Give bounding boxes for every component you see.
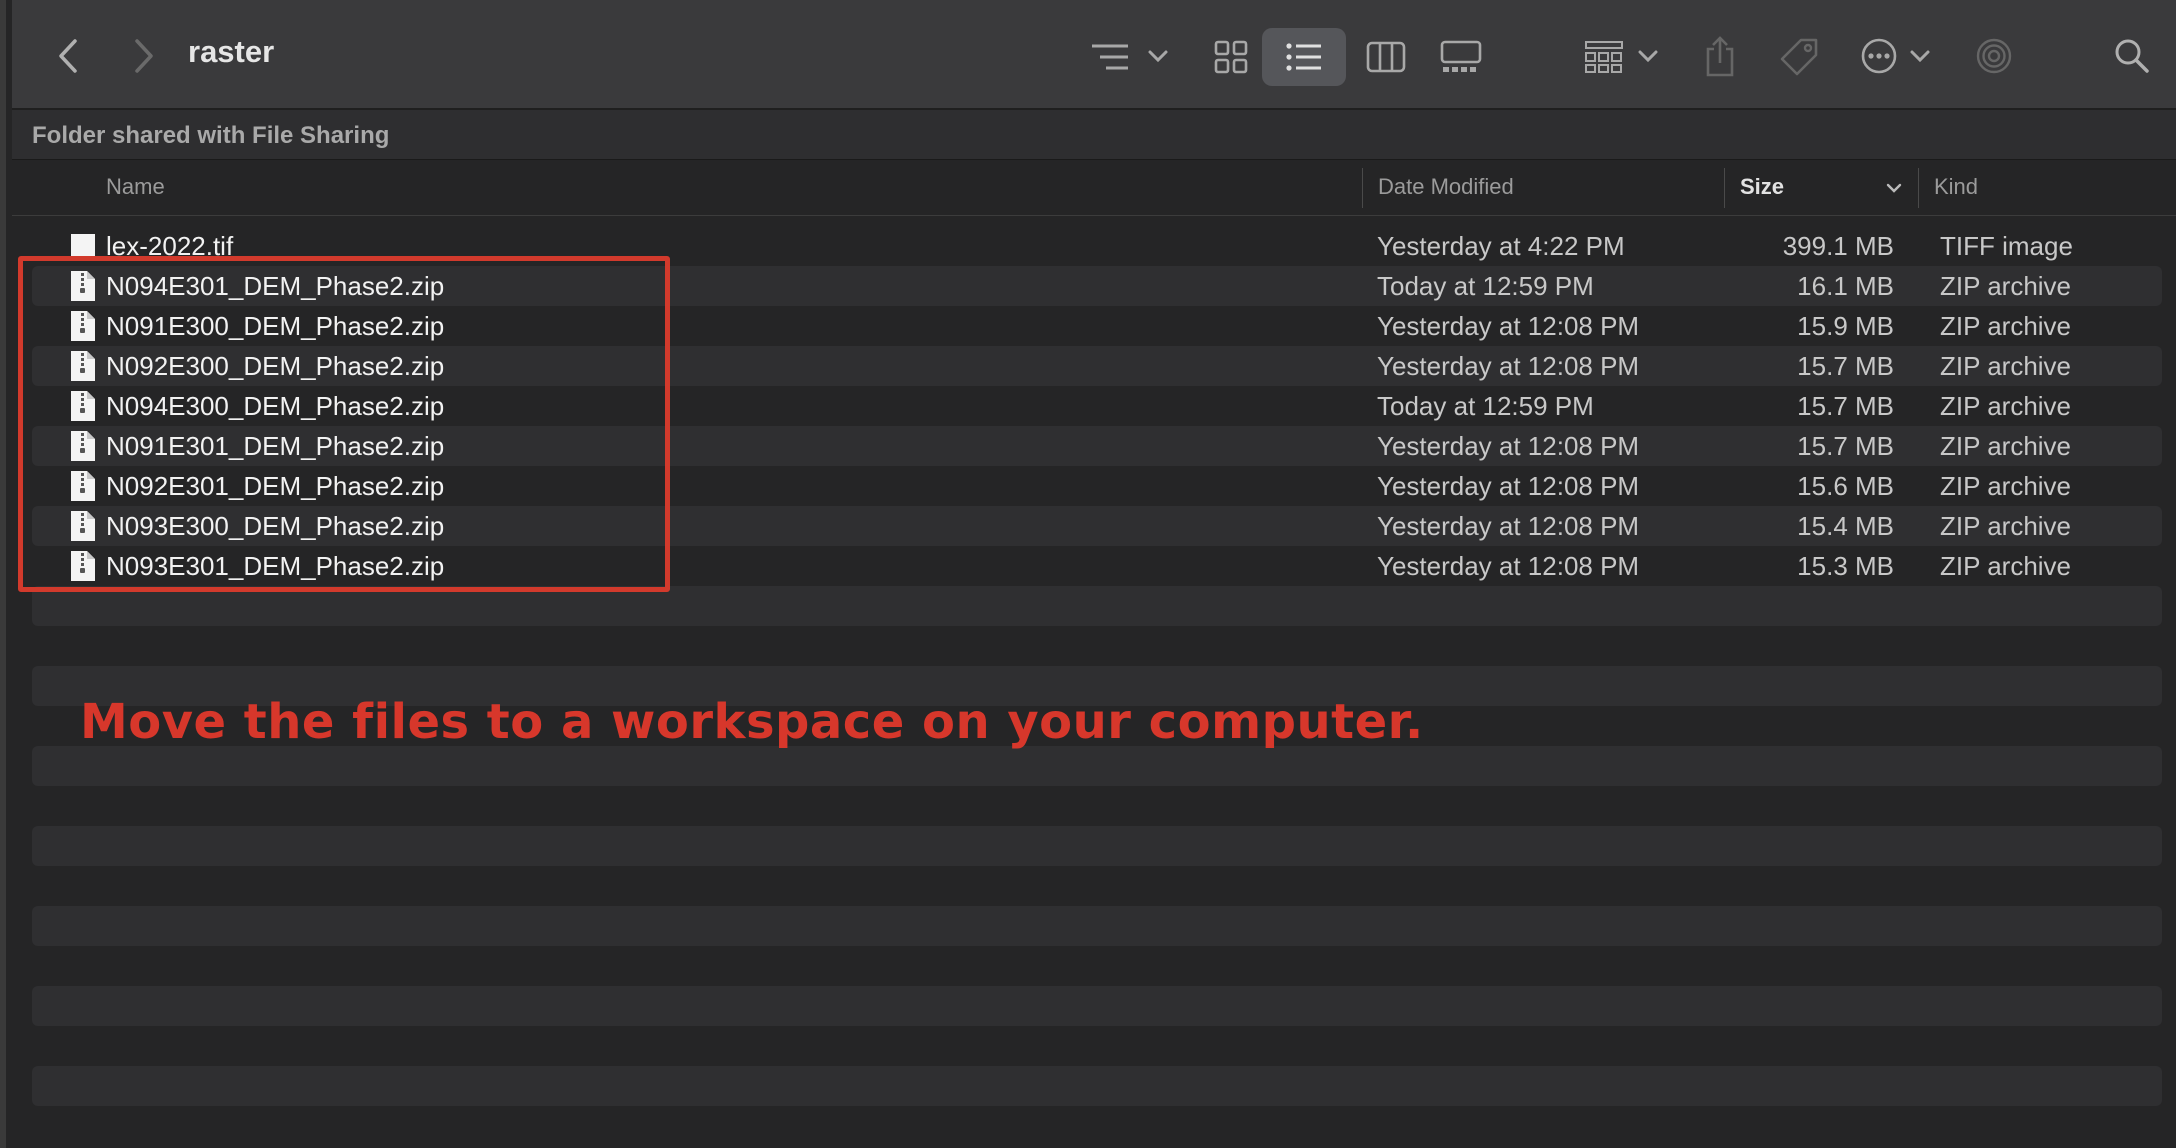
file-kind: TIFF image [1940,231,2073,261]
more-icon[interactable] [1860,36,1934,76]
column-separator[interactable] [1918,168,1919,208]
gallery-view-icon[interactable] [1438,38,1484,76]
empty-row [32,906,2162,946]
column-kind[interactable]: Kind [1934,174,1978,200]
file-kind: ZIP archive [1940,391,2072,421]
empty-row [32,746,2162,786]
chevron-left-icon[interactable] [50,36,86,76]
group-icon[interactable] [1584,38,1660,76]
chevron-right-icon[interactable] [126,36,162,76]
chevron-down-icon[interactable] [1884,178,1904,198]
file-size: 16.1 MB [1797,271,1894,301]
empty-row [32,826,2162,866]
file-kind: ZIP archive [1940,471,2072,501]
instruction-annotation: Move the files to a workspace on your co… [80,694,1424,750]
column-view-icon[interactable] [1364,38,1408,76]
highlight-box [18,256,670,592]
file-kind: ZIP archive [1940,271,2072,301]
path-label: Folder shared with File Sharing [32,122,390,149]
column-name[interactable]: Name [106,174,165,200]
file-kind: ZIP archive [1940,431,2072,461]
window-title: raster [188,34,275,69]
file-date-modified: Yesterday at 12:08 PM [1377,511,1640,541]
file-kind: ZIP archive [1940,551,2072,581]
list-view-icon[interactable] [1282,38,1326,76]
file-date-modified: Yesterday at 4:22 PM [1377,231,1625,261]
file-size: 15.7 MB [1797,431,1894,461]
path-bar: Folder shared with File Sharing [12,110,2176,160]
airdrop-icon[interactable] [1974,36,2014,76]
file-size: 15.7 MB [1797,391,1894,421]
share-icon[interactable] [1702,34,1738,78]
file-date-modified: Today at 12:59 PM [1377,391,1594,421]
file-date-modified: Yesterday at 12:08 PM [1377,351,1640,381]
file-kind: ZIP archive [1940,511,2072,541]
file-size: 15.6 MB [1797,471,1894,501]
file-size: 15.7 MB [1797,351,1894,381]
file-size: 15.3 MB [1797,551,1894,581]
column-separator[interactable] [1362,168,1363,208]
file-size: 15.9 MB [1797,311,1894,341]
empty-row [32,986,2162,1026]
column-date-modified[interactable]: Date Modified [1378,174,1514,200]
file-date-modified: Yesterday at 12:08 PM [1377,471,1640,501]
file-date-modified: Today at 12:59 PM [1377,271,1594,301]
toolbar: raster [12,0,2176,110]
file-date-modified: Yesterday at 12:08 PM [1377,551,1640,581]
column-separator[interactable] [1724,168,1725,208]
finder-window: raster Folder shared with File Sharing N… [0,0,2176,1148]
file-kind: ZIP archive [1940,351,2072,381]
file-size: 15.4 MB [1797,511,1894,541]
file-date-modified: Yesterday at 12:08 PM [1377,311,1640,341]
column-size[interactable]: Size [1740,174,1784,200]
column-header: Name Date Modified Size Kind [12,160,2176,216]
file-date-modified: Yesterday at 12:08 PM [1377,431,1640,461]
list-sort-icon[interactable] [1088,38,1172,76]
empty-row [32,586,2162,626]
icon-view-icon[interactable] [1210,38,1252,76]
search-icon[interactable] [2112,36,2152,76]
file-kind: ZIP archive [1940,311,2072,341]
file-size: 399.1 MB [1782,231,1894,261]
empty-row [32,1066,2162,1106]
tag-icon[interactable] [1778,36,1820,78]
